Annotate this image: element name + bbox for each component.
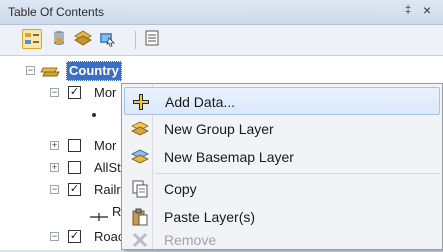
collapse-icon[interactable]: −	[50, 185, 59, 194]
legend-label: R	[112, 204, 122, 219]
legend-row	[0, 104, 130, 126]
group-layer-icon	[130, 120, 150, 138]
list-by-visibility-icon[interactable]	[73, 29, 94, 49]
menu-item-label: New Basemap Layer	[164, 149, 294, 165]
layer-label[interactable]: AllSt	[94, 157, 121, 179]
list-by-source-icon[interactable]	[50, 29, 70, 49]
menu-item-label: Paste Layer(s)	[164, 209, 256, 225]
legend-row: R	[0, 201, 130, 223]
pin-icon[interactable]: ‡	[405, 4, 417, 18]
window-title: Table Of Contents	[8, 5, 105, 19]
close-icon[interactable]: ×	[423, 2, 431, 18]
menu-item-label: Copy	[164, 181, 197, 197]
menu-item-label: Remove	[164, 232, 217, 248]
layer-visibility-checkbox[interactable]: ✓	[68, 230, 81, 243]
layer-visibility-checkbox[interactable]	[68, 139, 81, 152]
tree-row-layer[interactable]: − ✓ Mor	[0, 82, 130, 104]
toc-title-bar: Table Of Contents ‡ ×	[0, 0, 443, 25]
layer-label[interactable]: Mor	[94, 82, 116, 104]
list-by-drawing-order-icon[interactable]	[22, 29, 42, 49]
layer-visibility-checkbox[interactable]: ✓	[68, 183, 81, 196]
layer-label[interactable]: Roac	[94, 226, 124, 248]
collapse-icon[interactable]: −	[50, 88, 59, 97]
list-by-selection-icon[interactable]	[98, 29, 118, 49]
expand-icon[interactable]: +	[50, 163, 59, 172]
add-data-icon	[132, 93, 150, 111]
menu-item-label: New Group Layer	[164, 121, 274, 137]
remove-icon	[131, 231, 149, 249]
layer-label[interactable]: Railr	[94, 179, 121, 201]
options-icon[interactable]	[143, 29, 163, 49]
tree-row-layer[interactable]: − ✓ Roac	[0, 226, 130, 248]
menu-item-paste-layers[interactable]: Paste Layer(s)	[124, 203, 440, 231]
layer-visibility-checkbox[interactable]: ✓	[68, 86, 81, 99]
basemap-layer-icon	[130, 148, 150, 166]
collapse-icon[interactable]: −	[50, 232, 59, 241]
toolbar-separator	[135, 31, 136, 49]
menu-item-new-basemap-layer[interactable]: New Basemap Layer	[124, 143, 440, 171]
menu-item-new-group-layer[interactable]: New Group Layer	[124, 115, 440, 143]
tree-row-layer[interactable]: + Mor	[0, 135, 130, 157]
menu-item-copy[interactable]: Copy	[124, 175, 440, 203]
collapse-icon[interactable]: −	[26, 66, 35, 75]
tree-row-layer[interactable]: − ✓ Railr	[0, 179, 130, 201]
layer-visibility-checkbox[interactable]	[68, 161, 81, 174]
data-frame-label[interactable]: Country	[66, 61, 122, 81]
menu-item-remove[interactable]: Remove	[124, 230, 440, 250]
copy-icon	[131, 180, 149, 198]
paste-icon	[131, 208, 149, 226]
layer-label[interactable]: Mor	[94, 135, 116, 157]
tree-row-layer[interactable]: + AllSt	[0, 157, 130, 179]
menu-separator	[155, 173, 440, 174]
menu-item-label: Add Data...	[165, 94, 236, 110]
context-menu: Add Data... New Group Layer New Basemap …	[121, 83, 443, 250]
tree-row-data-frame[interactable]: − Country	[0, 60, 140, 82]
toc-toolbar	[0, 25, 443, 56]
expand-icon[interactable]: +	[50, 141, 59, 150]
point-symbol-icon	[92, 113, 96, 117]
menu-item-add-data[interactable]: Add Data...	[124, 87, 440, 115]
